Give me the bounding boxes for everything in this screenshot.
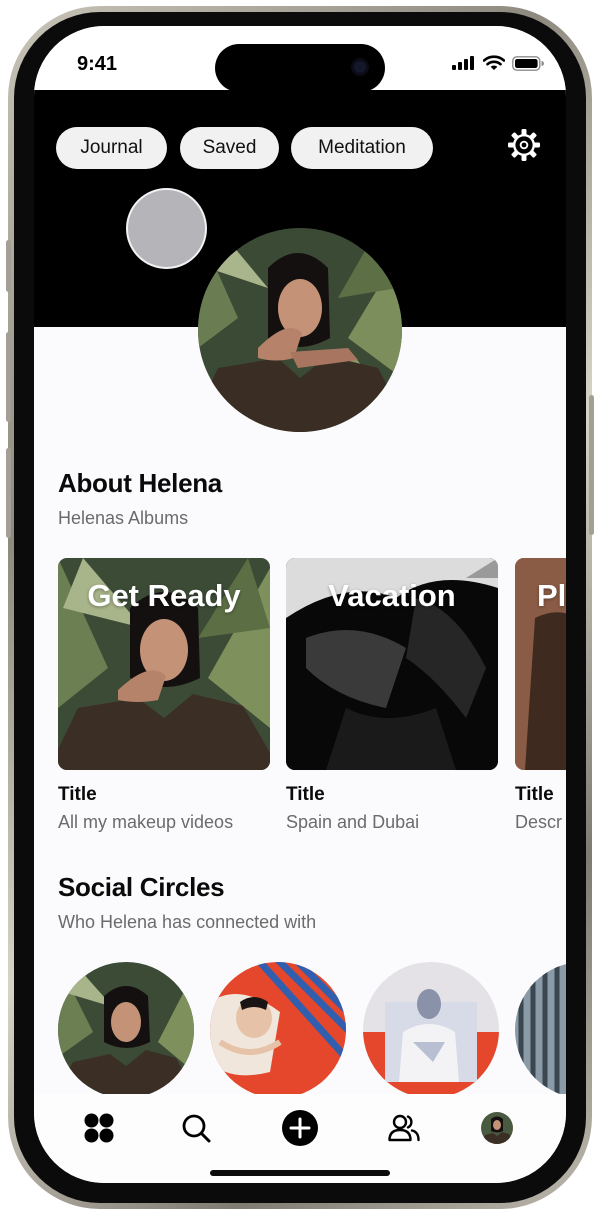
dynamic-island — [215, 44, 385, 92]
album-card-vacation[interactable]: Vacation — [286, 558, 498, 770]
wifi-icon — [483, 55, 505, 70]
album-description: Descr — [515, 812, 563, 832]
volume-up-button — [6, 332, 11, 422]
tab-meditation[interactable]: Meditation — [291, 127, 433, 169]
social-circle-avatar[interactable] — [210, 962, 346, 1098]
album-card-third[interactable]: Pla — [515, 558, 566, 770]
social-title: Social Circles — [58, 872, 225, 902]
album-description: All my makeup videos — [58, 812, 234, 832]
profile-photo — [198, 228, 402, 432]
social-circle-avatar[interactable] — [363, 962, 499, 1098]
tab-journal[interactable]: Journal — [56, 127, 167, 169]
power-button — [589, 395, 594, 535]
status-icons — [452, 55, 544, 71]
about-title: About Helena — [58, 468, 222, 498]
about-subtitle: Helenas Albums — [58, 508, 189, 528]
album-title: Title — [515, 784, 554, 805]
tab-saved[interactable]: Saved — [180, 127, 279, 169]
nav-search[interactable] — [176, 1108, 216, 1148]
secondary-avatar[interactable] — [126, 188, 207, 269]
nav-people[interactable] — [384, 1108, 424, 1148]
avatar-photo — [515, 962, 566, 1098]
gear-icon[interactable] — [506, 127, 542, 163]
nav-add[interactable] — [280, 1108, 320, 1148]
apps-icon — [84, 1113, 114, 1143]
avatar-photo — [210, 962, 346, 1098]
action-button — [6, 240, 11, 292]
album-label: Vacation — [328, 578, 456, 613]
album-label: Pla — [537, 578, 566, 613]
album-title: Title — [286, 784, 325, 805]
people-icon — [388, 1114, 420, 1142]
nav-profile[interactable] — [477, 1108, 517, 1148]
tab-saved-label: Saved — [202, 137, 257, 158]
album-card-get-ready[interactable]: Get Ready — [58, 558, 270, 770]
tab-meditation-label: Meditation — [318, 137, 406, 158]
social-subtitle: Who Helena has connected with — [58, 912, 317, 932]
album-title: Title — [58, 784, 97, 805]
album-label: Get Ready — [87, 578, 241, 613]
signal-icon — [452, 56, 474, 70]
phone-screen: 9:41 Journal Saved Meditation About Hele… — [34, 26, 566, 1183]
home-indicator[interactable] — [210, 1170, 390, 1176]
volume-down-button — [6, 448, 11, 538]
social-circle-avatar[interactable] — [515, 962, 566, 1098]
status-bar: 9:41 — [34, 26, 566, 92]
album-description: Spain and Dubai — [286, 812, 420, 832]
social-circle-avatar[interactable] — [58, 962, 194, 1098]
nav-home[interactable] — [79, 1108, 119, 1148]
avatar-photo — [58, 962, 194, 1098]
search-icon — [182, 1114, 211, 1143]
tab-journal-label: Journal — [80, 137, 143, 158]
status-time: 9:41 — [77, 53, 118, 75]
add-icon — [282, 1110, 318, 1146]
profile-avatar-large[interactable] — [198, 228, 402, 432]
battery-icon — [512, 55, 544, 71]
front-camera — [351, 58, 369, 76]
avatar-photo — [363, 962, 499, 1098]
profile-avatar — [481, 1112, 513, 1144]
